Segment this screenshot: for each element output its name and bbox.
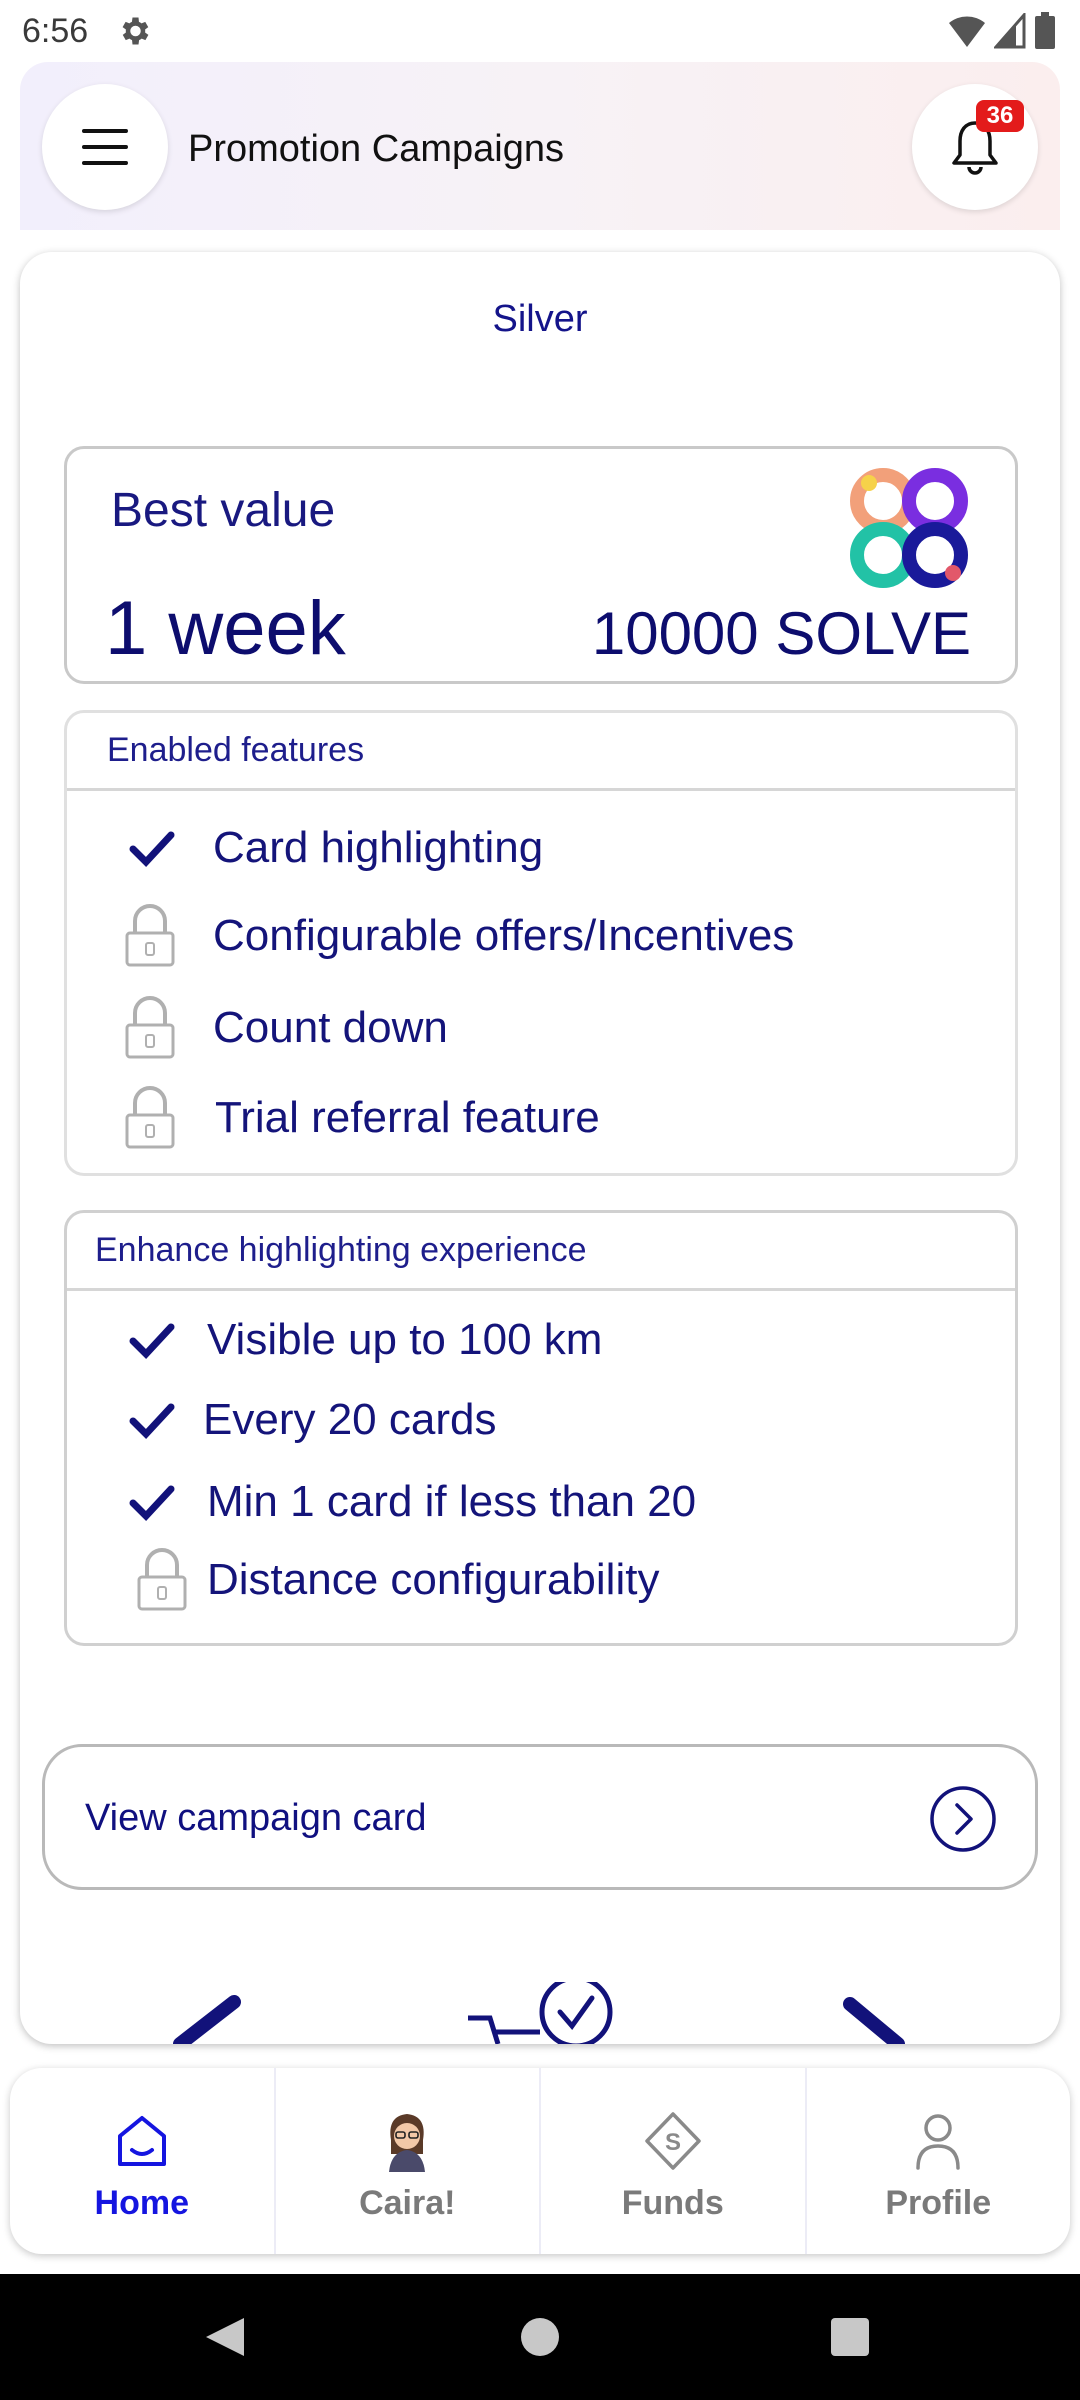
plan-value-box: Best value 1 week 10000 SOLVE (64, 446, 1018, 684)
app-header: Promotion Campaigns 36 (20, 62, 1060, 230)
feature-item: Trial referral feature (123, 1085, 600, 1151)
notifications-button[interactable]: 36 (912, 84, 1038, 210)
feature-label: Every 20 cards (203, 1395, 497, 1444)
nav-label: Home (94, 2184, 189, 2222)
enabled-features-title: Enabled features (67, 713, 1015, 791)
status-indicators (948, 12, 1056, 50)
nav-item-caira[interactable]: Caira! (273, 2068, 540, 2254)
feature-item: Configurable offers/Incentives (123, 903, 794, 969)
campaign-illustration (173, 1982, 905, 2044)
check-icon (129, 831, 175, 868)
nav-label: Caira! (359, 2184, 456, 2222)
plan-card: Silver Best value 1 week 10000 SOLVE Ena… (20, 252, 1060, 2044)
hamburger-menu-icon (82, 129, 128, 165)
status-time: 6:56 (22, 11, 89, 50)
nav-label: Funds (621, 2184, 724, 2222)
enabled-features-box: Enabled features Card highlighting Confi… (64, 710, 1018, 1176)
view-campaign-card-label: View campaign card (85, 1797, 427, 1839)
nav-label: Profile (885, 2184, 992, 2222)
brand-logo-icon (850, 468, 968, 588)
feature-label: Card highlighting (213, 823, 544, 872)
plan-duration: 1 week (105, 586, 346, 671)
plan-tier-title: Silver (492, 298, 588, 340)
feature-item: Distance configurability (135, 1547, 659, 1613)
nav-item-home[interactable]: Home (10, 2068, 274, 2254)
menu-button[interactable] (42, 84, 168, 210)
feature-item: Every 20 cards (129, 1395, 496, 1445)
cellular-signal-icon (994, 13, 1026, 49)
lock-icon (125, 1086, 175, 1149)
svg-text:S: S (665, 2129, 681, 2156)
feature-item: Count down (123, 995, 448, 1061)
check-icon (129, 1485, 175, 1522)
feature-item: Min 1 card if less than 20 (129, 1477, 696, 1527)
lock-icon (125, 996, 175, 1059)
battery-icon (1035, 12, 1055, 49)
notification-count-badge: 36 (976, 100, 1024, 132)
highlighting-title: Enhance highlighting experience (67, 1213, 1015, 1291)
chevron-right-circle-icon (930, 1786, 996, 1852)
system-nav-buttons (206, 2318, 869, 2356)
feature-label: Count down (213, 1003, 448, 1052)
settings-gear-icon (122, 17, 149, 45)
check-icon (129, 1323, 175, 1360)
home-icon (117, 2116, 166, 2166)
feature-label: Visible up to 100 km (207, 1315, 603, 1364)
recents-square-icon[interactable] (831, 2318, 869, 2356)
funds-icon: S (645, 2112, 701, 2170)
status-bar: 6:56 (0, 0, 1080, 62)
nav-item-funds[interactable]: S Funds (539, 2068, 805, 2254)
bottom-navigation: Home Caira! S Funds Profile (10, 2068, 1070, 2254)
feature-label: Configurable offers/Incentives (213, 911, 795, 960)
feature-item: Visible up to 100 km (129, 1315, 602, 1365)
view-campaign-card-button[interactable]: View campaign card (42, 1744, 1038, 1890)
nav-item-profile[interactable]: Profile (804, 2068, 1071, 2254)
feature-label: Distance configurability (207, 1555, 660, 1604)
home-circle-icon[interactable] (521, 2318, 559, 2356)
profile-icon (916, 2114, 960, 2170)
page-title: Promotion Campaigns (188, 128, 564, 170)
lock-icon (125, 904, 175, 967)
feature-label: Trial referral feature (215, 1093, 600, 1142)
plan-price: 10000 SOLVE (591, 600, 971, 667)
lock-icon (137, 1548, 187, 1611)
wifi-icon (949, 16, 985, 47)
avatar-icon (389, 2114, 426, 2172)
system-navigation-bar (0, 2274, 1080, 2400)
highlighting-box: Enhance highlighting experience Visible … (64, 1210, 1018, 1646)
feature-label: Min 1 card if less than 20 (207, 1477, 697, 1526)
best-value-label: Best value (111, 484, 336, 537)
back-icon[interactable] (206, 2318, 244, 2356)
check-icon (129, 1403, 175, 1440)
feature-item: Card highlighting (129, 823, 543, 873)
